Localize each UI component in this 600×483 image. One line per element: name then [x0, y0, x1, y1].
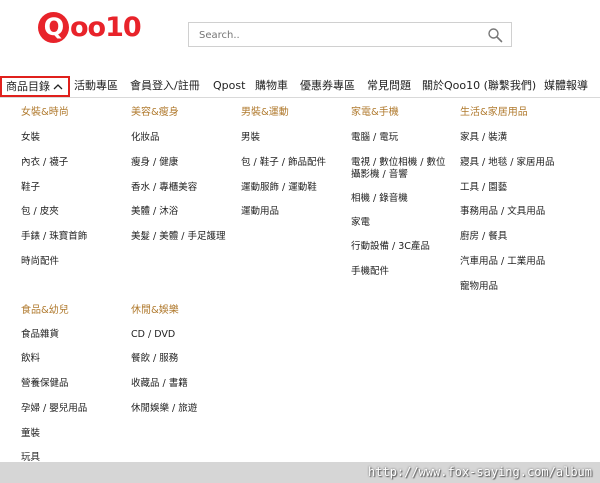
category-link-continued[interactable]: 攝影機 / 音響: [351, 169, 408, 181]
category-link[interactable]: 香水 / 專櫃美容: [131, 182, 197, 194]
category-food-baby: 食品&幼兒 食品雜貨 飲料 營養保健品 孕婦 / 嬰兒用品 童裝 玩具: [21, 305, 121, 465]
category-link[interactable]: 相機 / 錄音機: [351, 193, 408, 205]
category-link[interactable]: 童裝: [21, 428, 40, 440]
chevron-up-icon: [53, 84, 63, 90]
category-link[interactable]: 廚房 / 餐具: [460, 231, 507, 243]
nav-events[interactable]: 活動專區: [74, 78, 118, 94]
nav-product-catalog[interactable]: 商品目錄: [0, 76, 70, 97]
nav-faq[interactable]: 常見問題: [367, 78, 411, 94]
qoo10-logo[interactable]: Qoo10: [38, 10, 142, 44]
category-link[interactable]: 運動用品: [241, 206, 279, 218]
nav-label: 商品目錄: [6, 80, 50, 93]
category-home-living: 生活&家居用品 家具 / 裝潢 寢具 / 地毯 / 家居用品 工具 / 園藝 事…: [460, 107, 595, 297]
category-beauty: 美容&瘦身 化妝品 瘦身 / 健康 香水 / 專櫃美容 美體 / 沐浴 美髮 /…: [131, 107, 236, 257]
category-link[interactable]: 時尚配件: [21, 256, 59, 268]
search-icon[interactable]: [487, 27, 503, 43]
category-link[interactable]: 瘦身 / 健康: [131, 157, 178, 169]
watermark-bar: http://www.fox-saying.com/album: [0, 462, 600, 483]
category-heading[interactable]: 食品&幼兒: [21, 305, 121, 317]
category-link[interactable]: 孕婦 / 嬰兒用品: [21, 403, 87, 415]
search-box: [188, 22, 512, 47]
category-link[interactable]: 寢具 / 地毯 / 家居用品: [460, 157, 554, 169]
category-heading[interactable]: 女裝&時尚: [21, 107, 121, 119]
category-link[interactable]: 休閒娛樂 / 旅遊: [131, 403, 197, 415]
nav-coupons[interactable]: 優惠券專區: [300, 78, 355, 94]
category-link[interactable]: 食品雜貨: [21, 329, 59, 341]
category-heading[interactable]: 生活&家居用品: [460, 107, 595, 119]
category-link[interactable]: 汽車用品 / 工業用品: [460, 256, 545, 268]
category-men-sports: 男裝&運動 男裝 包 / 鞋子 / 飾品配件 運動服飾 / 運動鞋 運動用品: [241, 107, 346, 227]
category-heading[interactable]: 美容&瘦身: [131, 107, 236, 119]
nav-cart[interactable]: 購物車: [255, 78, 288, 94]
category-electronics-mobile: 家電&手機 電腦 / 電玩 電視 / 數位相機 / 數位 攝影機 / 音響 相機…: [351, 107, 456, 282]
category-women-fashion: 女裝&時尚 女裝 內衣 / 襪子 鞋子 包 / 皮夾 手錶 / 珠寶首飾 時尚配…: [21, 107, 121, 277]
category-link[interactable]: 餐飲 / 服務: [131, 353, 178, 365]
category-heading[interactable]: 男裝&運動: [241, 107, 346, 119]
category-link[interactable]: 美體 / 沐浴: [131, 206, 178, 218]
category-link[interactable]: 內衣 / 襪子: [21, 157, 68, 169]
category-link[interactable]: 美髮 / 美體 / 手足護理: [131, 231, 225, 243]
category-link[interactable]: 化妝品: [131, 132, 160, 144]
category-link[interactable]: 包 / 皮夾: [21, 206, 59, 218]
category-link[interactable]: 鞋子: [21, 182, 40, 194]
category-link[interactable]: 收藏品 / 書籍: [131, 378, 188, 390]
category-link[interactable]: 寵物用品: [460, 281, 498, 293]
category-link[interactable]: 營養保健品: [21, 378, 69, 390]
category-link[interactable]: 家具 / 裝潢: [460, 132, 507, 144]
category-leisure-entertainment: 休閒&娛樂 CD / DVD 餐飲 / 服務 收藏品 / 書籍 休閒娛樂 / 旅…: [131, 305, 236, 425]
category-link[interactable]: 手機配件: [351, 266, 389, 278]
category-link[interactable]: 女裝: [21, 132, 40, 144]
category-link[interactable]: 電腦 / 電玩: [351, 132, 398, 144]
category-link[interactable]: 家電: [351, 217, 370, 229]
nav-media[interactable]: 媒體報導: [544, 78, 588, 94]
nav-about-contact[interactable]: 關於Qoo10 (聯繫我們): [422, 78, 536, 94]
logo-text: oo10: [70, 11, 142, 43]
category-heading[interactable]: 休閒&娛樂: [131, 305, 236, 317]
logo-q: Q: [38, 11, 69, 43]
category-link[interactable]: 運動服飾 / 運動鞋: [241, 182, 317, 194]
category-heading[interactable]: 家電&手機: [351, 107, 456, 119]
category-link[interactable]: 男裝: [241, 132, 260, 144]
category-link[interactable]: 包 / 鞋子 / 飾品配件: [241, 157, 326, 169]
nav-qpost[interactable]: Qpost: [213, 78, 245, 94]
category-link[interactable]: 工具 / 園藝: [460, 182, 507, 194]
category-link[interactable]: 手錶 / 珠寶首飾: [21, 231, 87, 243]
category-link[interactable]: 飲料: [21, 353, 40, 365]
top-nav: 商品目錄 活動專區 會員登入/註冊 Qpost 購物車 優惠券專區 常見問題 關…: [0, 76, 600, 98]
watermark-url: http://www.fox-saying.com/album: [368, 465, 592, 479]
category-link[interactable]: 電視 / 數位相機 / 數位: [351, 157, 445, 169]
category-link[interactable]: CD / DVD: [131, 329, 175, 341]
category-link[interactable]: 行動設備 / 3C產品: [351, 241, 430, 253]
search-input[interactable]: [189, 24, 474, 47]
nav-login-register[interactable]: 會員登入/註冊: [130, 78, 200, 94]
category-link[interactable]: 事務用品 / 文具用品: [460, 206, 545, 218]
